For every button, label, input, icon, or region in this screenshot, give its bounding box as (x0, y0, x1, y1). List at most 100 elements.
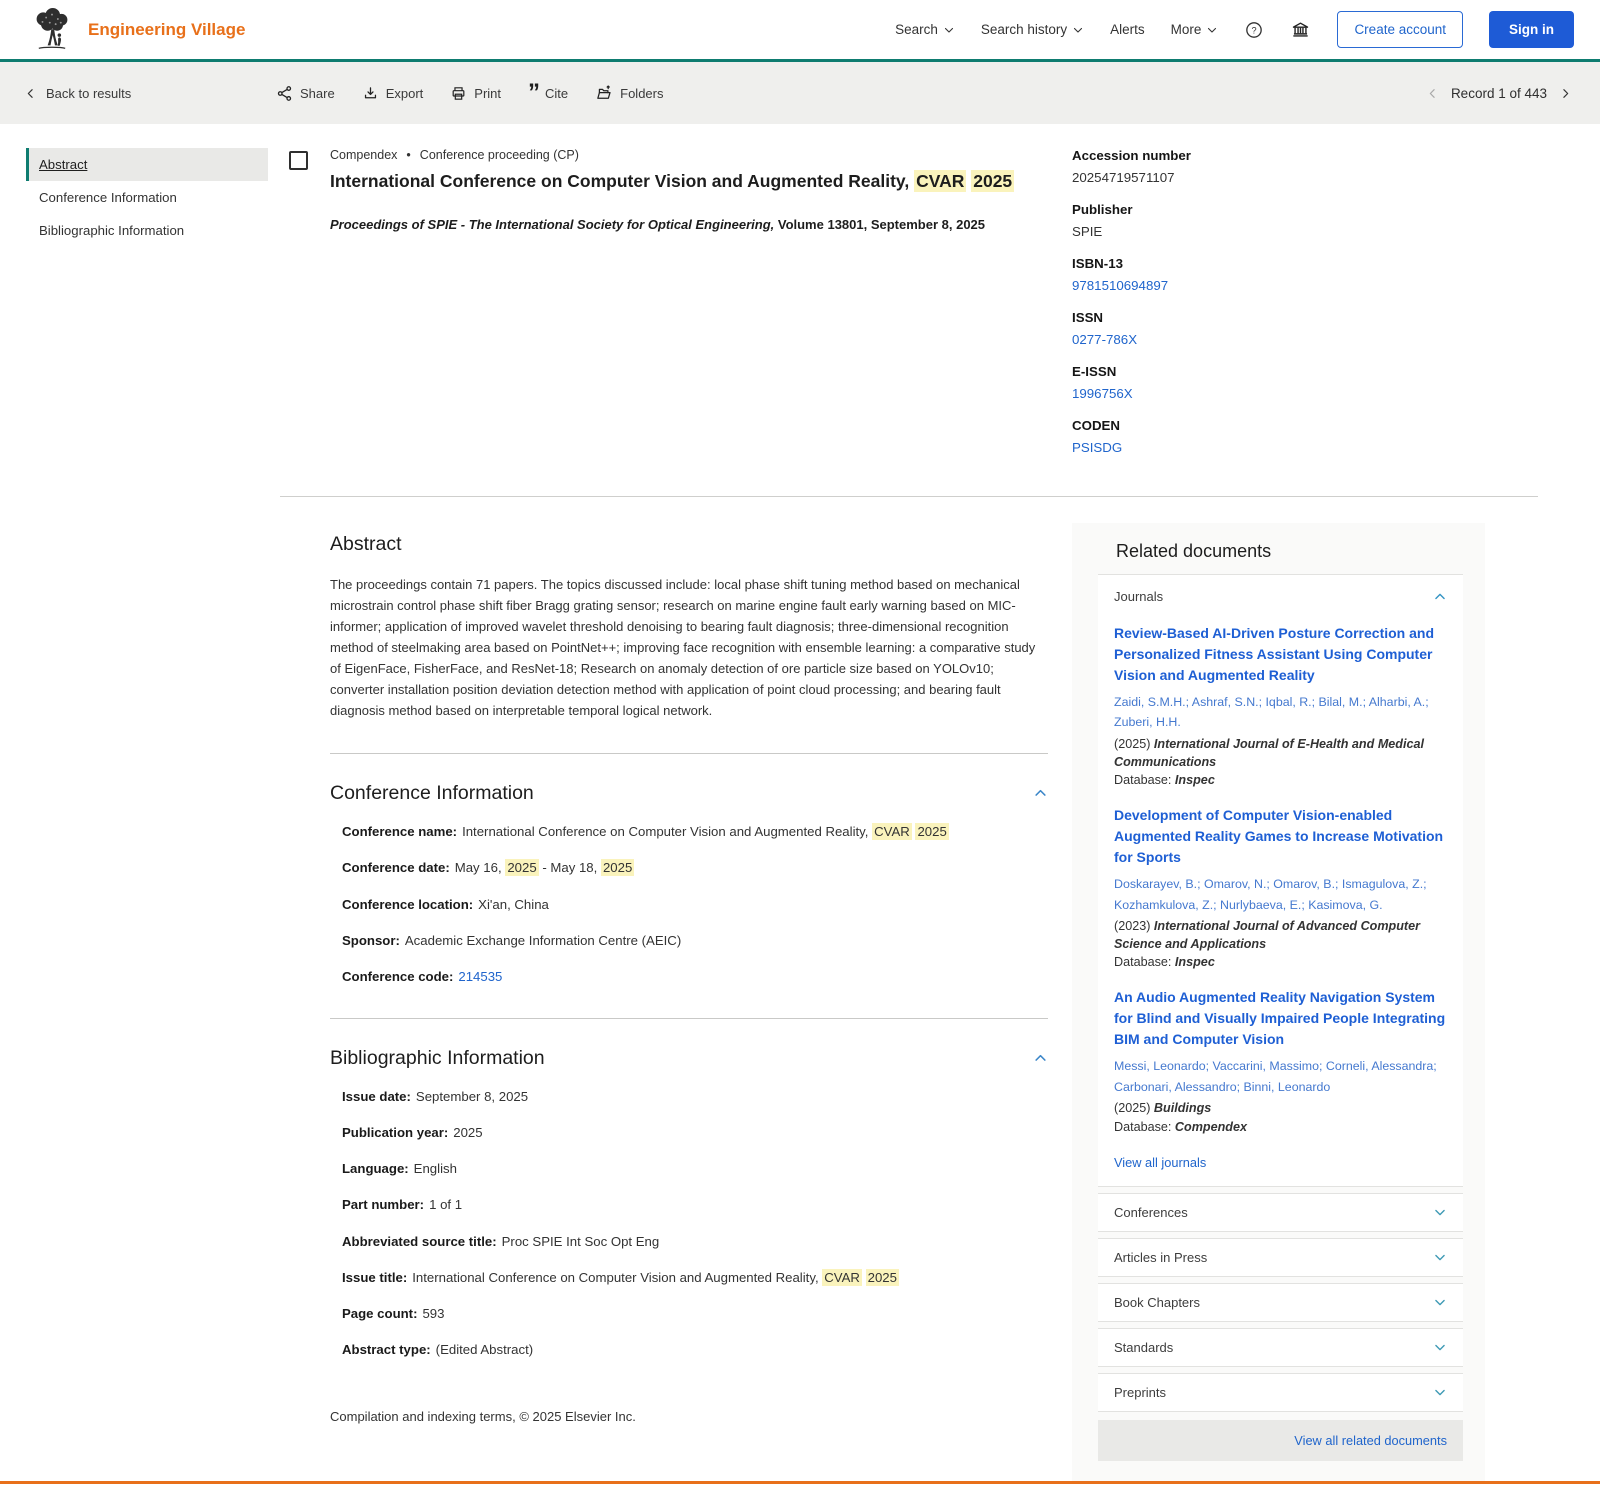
sign-in-button[interactable]: Sign in (1489, 11, 1574, 48)
coden-link[interactable]: PSISDG (1072, 440, 1540, 455)
document-type: Conference proceeding (CP) (419, 148, 579, 162)
highlighted-term: 2025 (865, 1268, 899, 1286)
meta-publisher: Publisher SPIE (1072, 202, 1133, 239)
nav-more[interactable]: More (1171, 22, 1219, 37)
chevron-down-icon (1435, 1389, 1445, 1396)
meta-issn: ISSN 0277-786X (1072, 310, 1540, 347)
related-entry-authors[interactable]: Messi, Leonardo; Vaccarini, Massimo; Cor… (1114, 1056, 1447, 1097)
related-entry-title-link[interactable]: Review-Based AI-Driven Posture Correctio… (1114, 623, 1447, 686)
bullet-separator: • (406, 148, 411, 162)
conference-information-heading: Conference Information (330, 782, 534, 805)
cite-icon: ” (528, 79, 540, 106)
section-sidebar: Abstract Conference Information Bibliogr… (26, 148, 268, 472)
folders-icon (597, 85, 611, 99)
related-section-preprints[interactable]: Preprints (1098, 1372, 1463, 1412)
related-section-conferences[interactable]: Conferences (1098, 1192, 1463, 1232)
conference-name-row: Conference name: International Conference… (342, 823, 949, 841)
page: Engineering Village Search Search histor… (0, 0, 1600, 1485)
related-section-standards[interactable]: Standards (1098, 1327, 1463, 1367)
chevron-down-icon (1435, 1299, 1445, 1306)
language-row: Language: English (342, 1161, 457, 1177)
sidebar-item-abstract[interactable]: Abstract (26, 148, 268, 181)
help-icon[interactable]: ? (1244, 20, 1264, 40)
chevron-down-icon (1435, 1209, 1445, 1216)
create-account-button[interactable]: Create account (1337, 11, 1463, 48)
conference-location-row: Conference location: Xi'an, China (342, 896, 549, 912)
abstract-type-row: Abstract type: (Edited Abstract) (342, 1342, 534, 1358)
publication-year-row: Publication year: 2025 (342, 1125, 483, 1141)
related-section-articles-in-press[interactable]: Articles in Press (1098, 1237, 1463, 1277)
brand-logo[interactable]: Engineering Village (30, 6, 245, 54)
related-section-book-chapters[interactable]: Book Chapters (1098, 1282, 1463, 1322)
record-title: International Conference on Computer Vis… (330, 170, 1015, 192)
institution-icon[interactable] (1290, 19, 1311, 40)
isbn13-link[interactable]: 9781510694897 (1072, 278, 1540, 293)
eissn-link[interactable]: 1996756X (1072, 386, 1540, 401)
previous-record-icon[interactable] (1426, 87, 1439, 100)
chevron-down-icon (1074, 27, 1083, 33)
compilation-note: Compilation and indexing terms, © 2025 E… (330, 1409, 636, 1425)
bibliographic-information-section: Bibliographic Information Issue date: Sep… (330, 1019, 1048, 1359)
related-entry-database: Database: Compendex (1114, 1119, 1247, 1134)
main-column: Abstract The proceedings contain 71 pape… (330, 497, 1048, 1481)
meta-isbn13: ISBN-13 9781510694897 (1072, 256, 1540, 293)
collapse-section-icon[interactable] (1033, 786, 1048, 801)
related-entry-title-link[interactable]: Development of Computer Vision-enabled A… (1114, 805, 1447, 868)
related-entry: An Audio Augmented Reality Navigation Sy… (1114, 987, 1447, 1136)
next-record-icon[interactable] (1559, 87, 1572, 100)
collapse-journals-icon[interactable] (1433, 590, 1447, 604)
bibliographic-information-heading: Bibliographic Information (330, 1047, 545, 1070)
related-entry-source: (2025) Buildings (1114, 1101, 1212, 1116)
issue-title-row: Issue title: International Conference on … (342, 1268, 899, 1286)
related-entry-title-link[interactable]: An Audio Augmented Reality Navigation Sy… (1114, 987, 1447, 1050)
collapse-section-icon[interactable] (1033, 1051, 1048, 1066)
nav-search[interactable]: Search (895, 22, 955, 37)
folders-button[interactable]: Folders (595, 84, 664, 102)
print-button[interactable]: Print (450, 84, 501, 102)
nav-search-history[interactable]: Search history (981, 22, 1084, 37)
page-count-row: Page count: 593 (342, 1305, 445, 1321)
highlighted-term: 2025 (915, 823, 949, 841)
record-toolbar: Back to results Share Export Print ” Cit… (0, 62, 1600, 124)
conference-date-row: Conference date: May 16, 2025 - May 18, 2… (342, 859, 635, 877)
record-metadata-panel: Accession number 20254719571107 Publishe… (1048, 140, 1600, 472)
related-footer-bar: View all related documents (1098, 1419, 1463, 1461)
related-documents-wrapper: Related documents Journals Review-Based … (1048, 497, 1600, 1481)
related-entry-source: (2025) International Journal of E-Health… (1114, 736, 1425, 769)
cite-button[interactable]: ” Cite (528, 79, 568, 106)
related-entry-database: Database: Inspec (1114, 955, 1215, 970)
print-icon (452, 86, 465, 100)
conference-code-link[interactable]: 214535 (458, 969, 502, 984)
sidebar-item-bibliographic-information[interactable]: Bibliographic Information (26, 214, 268, 247)
highlighted-term: CVAR (872, 823, 912, 841)
record-counter: Record 1 of 443 (1450, 85, 1547, 101)
highlighted-term: 2025 (600, 859, 635, 877)
record-checkbox[interactable] (289, 151, 308, 170)
record-content: Abstract Conference Information Bibliogr… (0, 124, 1600, 1481)
top-navigation: Search Search history Alerts More ? Crea… (895, 11, 1574, 48)
abstract-section: Abstract The proceedings contain 71 pape… (330, 533, 1048, 721)
sidebar-item-conference-information[interactable]: Conference Information (26, 181, 268, 214)
export-button[interactable]: Export (362, 84, 423, 102)
view-all-related-documents-link[interactable]: View all related documents (1294, 1433, 1447, 1448)
elsevier-tree-icon (36, 7, 68, 49)
abbreviated-source-title-row: Abbreviated source title: Proc SPIE Int S… (342, 1233, 660, 1249)
toolbar-actions: Share Export Print ” Cite Folders (276, 79, 664, 106)
view-all-journals-link[interactable]: View all journals (1114, 1155, 1447, 1170)
export-icon (364, 86, 376, 98)
related-documents-heading: Related documents (1116, 541, 1272, 561)
abstract-heading: Abstract (330, 533, 402, 555)
chevron-left-icon (27, 88, 33, 98)
issn-link[interactable]: 0277-786X (1072, 332, 1540, 347)
meta-eissn: E-ISSN 1996756X (1072, 364, 1540, 401)
related-entry-authors[interactable]: Zaidi, S.M.H.; Ashraf, S.N.; Iqbal, R.; … (1114, 692, 1447, 733)
related-entry: Review-Based AI-Driven Posture Correctio… (1114, 623, 1447, 790)
share-button[interactable]: Share (276, 84, 335, 102)
record-title-block: Compendex • Conference proceeding (CP) I… (289, 140, 1048, 472)
nav-alerts[interactable]: Alerts (1110, 22, 1145, 37)
highlighted-term: 2025 (505, 859, 539, 877)
chevron-down-icon (1435, 1254, 1445, 1261)
back-to-results-link[interactable]: Back to results (24, 86, 148, 101)
related-entry-authors[interactable]: Doskarayev, B.; Omarov, N.; Omarov, B.; … (1114, 874, 1447, 915)
